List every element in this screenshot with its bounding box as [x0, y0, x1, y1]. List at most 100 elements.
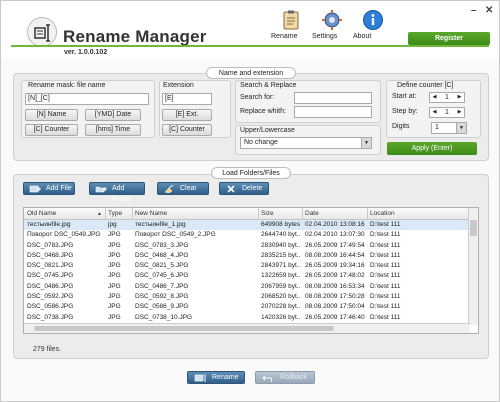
- delete-label: Delete: [242, 185, 263, 192]
- table-cell: 2830940 byt...: [261, 241, 301, 249]
- add-folder-label: Add Folder: [112, 185, 132, 203]
- settings-toolbar-label: Settings: [312, 33, 338, 40]
- table-cell: D:\test 111: [370, 293, 401, 301]
- column-divider: [367, 208, 368, 220]
- digits-select[interactable]: 1 ▼: [431, 122, 467, 134]
- table-cell: JPG: [108, 262, 121, 270]
- table-cell: 2835215 byt...: [261, 251, 301, 259]
- table-cell: DSC_0738.JPG: [27, 313, 74, 321]
- table-cell: 2070228 byt...: [261, 303, 301, 311]
- chevron-down-icon: ▼: [456, 123, 466, 133]
- table-row[interactable]: тестыинfile.jpg jpg тестыинfile_1.jpg 64990…: [24, 220, 470, 231]
- files-count: 279 files.: [33, 346, 62, 353]
- time-token-button[interactable]: [hms] Time: [85, 124, 141, 136]
- add-folder-button[interactable]: Add Folder: [89, 182, 145, 203]
- table-row[interactable]: DSC_0738.JPG JPG DSC_0738_10.JPG 1420326 by…: [24, 313, 470, 323]
- column-old-name[interactable]: Old Name: [27, 210, 56, 217]
- delete-button[interactable]: Delete: [219, 182, 269, 195]
- table-cell: JPG: [108, 251, 121, 259]
- column-new-name[interactable]: New Name: [135, 210, 167, 217]
- table-row[interactable]: DSC_0468.JPG JPG DSC_0468_4.JPG 2835215 byt…: [24, 251, 470, 261]
- column-size[interactable]: Size: [261, 210, 274, 217]
- vertical-scrollbar[interactable]: [468, 208, 478, 325]
- chevron-down-icon: ▼: [361, 138, 371, 148]
- main-window: Rename Manager ver. 1.0.0.102 Rename Set…: [0, 0, 500, 402]
- table-cell: 1420326 byt...: [261, 313, 301, 321]
- table-cell: DSC_0745_6.JPG: [135, 272, 189, 280]
- table-cell: 08.08.2009 17:50:04: [305, 303, 365, 311]
- column-location[interactable]: Location: [370, 210, 395, 217]
- table-cell: DSC_0821.JPG: [27, 262, 74, 270]
- digits-value: 1: [435, 124, 439, 131]
- table-row[interactable]: DSC_0821.JPG JPG DSC_0821_5.JPG 2843971 byt…: [24, 261, 470, 271]
- table-cell: 2843971 byt...: [261, 262, 301, 270]
- extension-input[interactable]: [E]: [162, 93, 212, 105]
- rename-button[interactable]: Rename: [187, 371, 245, 384]
- table-cell: JPG: [108, 303, 121, 311]
- about-toolbar-button[interactable]: About: [353, 9, 393, 40]
- start-at-stepper[interactable]: ◀ 1 ▶: [429, 92, 465, 103]
- clear-label: Clear: [180, 185, 197, 192]
- case-select-value: No change: [244, 139, 278, 146]
- ext-counter-token-button[interactable]: [C] Counter: [162, 124, 212, 136]
- table-cell: 08.08.2009 17:50:28: [305, 293, 365, 301]
- counter-token-button[interactable]: [C] Counter: [25, 124, 78, 136]
- table-row[interactable]: DSC_0586.JPG JPG DSC_0586_9.JPG 2070228 byt…: [24, 302, 470, 312]
- rollback-button[interactable]: Rollback: [255, 371, 315, 384]
- table-cell: DSC_0592.JPG: [27, 293, 74, 301]
- table-cell: DSC_0486.JPG: [27, 282, 74, 290]
- table-cell: 02.04.2010 13:08:16: [305, 221, 365, 228]
- table-cell: D:\test 111: [370, 313, 401, 321]
- column-type[interactable]: Type: [108, 210, 122, 217]
- table-cell: D:\test 111: [370, 272, 401, 280]
- undo-icon: [262, 375, 273, 382]
- scroll-thumb[interactable]: [470, 220, 477, 236]
- table-row[interactable]: Поворот DSC_0549.JPG JPG Поворот DSC_0549_…: [24, 230, 470, 240]
- start-at-label: Start at:: [392, 93, 417, 100]
- increment-icon[interactable]: ▶: [456, 108, 463, 117]
- table-row[interactable]: DSC_0486.JPG JPG DSC_0486_7.JPG 2067959 byt…: [24, 282, 470, 292]
- step-by-label: Step by:: [392, 108, 418, 115]
- register-button[interactable]: Register: [408, 32, 490, 45]
- clear-button[interactable]: Clear: [157, 182, 209, 195]
- scroll-thumb[interactable]: [34, 326, 334, 331]
- name-token-button[interactable]: [N] Name: [25, 109, 78, 121]
- table-cell: 08.08.2009 16:53:34: [305, 282, 365, 290]
- ext-token-button[interactable]: [E] Ext.: [162, 109, 212, 121]
- rename-mask-input[interactable]: [N]_[C]: [25, 93, 149, 105]
- add-file-label: Add File: [46, 185, 72, 192]
- table-cell: D:\test 111: [370, 262, 401, 270]
- date-token-button[interactable]: [YMD] Date: [85, 109, 141, 121]
- replace-with-input[interactable]: [294, 106, 372, 118]
- table-cell: D:\test 111: [370, 303, 401, 311]
- table-cell: DSC_0586.JPG: [27, 303, 74, 311]
- close-button[interactable]: ✕: [485, 5, 493, 16]
- settings-toolbar-button[interactable]: Settings: [312, 9, 352, 40]
- step-by-stepper[interactable]: ◀ 1 ▶: [429, 107, 465, 118]
- rename-button-label: Rename: [212, 374, 239, 381]
- horizontal-scrollbar[interactable]: [24, 323, 470, 333]
- table-cell: 26.05.2009 17:48:02: [305, 272, 365, 280]
- table-row[interactable]: DSC_0592.JPG JPG DSC_0592_8.JPG 2068520 byt…: [24, 292, 470, 302]
- file-table[interactable]: Old Name ▲ Type New Name Size Date Locat…: [23, 207, 479, 334]
- search-for-input[interactable]: [294, 92, 372, 104]
- header: Rename Manager ver. 1.0.0.102 Rename Set…: [1, 1, 499, 59]
- table-cell: JPG: [108, 272, 121, 280]
- rename-toolbar-label: Rename: [271, 33, 298, 40]
- minimize-button[interactable]: –: [471, 5, 477, 16]
- table-cell: 08.08.2009 16:44:54: [305, 251, 365, 259]
- column-date[interactable]: Date: [305, 210, 319, 217]
- rename-toolbar-button[interactable]: Rename: [271, 9, 311, 40]
- delete-icon: [227, 185, 235, 193]
- apply-button[interactable]: Apply (Enter): [387, 142, 477, 155]
- app-version: ver. 1.0.0.102: [64, 49, 108, 56]
- column-divider: [258, 208, 259, 220]
- table-cell: 1322659 byt...: [261, 272, 301, 280]
- table-cell: тестыинfile.jpg: [27, 221, 71, 228]
- case-select[interactable]: No change ▼: [240, 137, 372, 149]
- table-row[interactable]: DSC_0783.JPG JPG DSC_0783_3.JPG 2830940 byt…: [24, 241, 470, 251]
- table-row[interactable]: DSC_0745.JPG JPG DSC_0745_6.JPG 1322659 byt…: [24, 271, 470, 281]
- increment-icon[interactable]: ▶: [456, 93, 463, 102]
- table-cell: D:\test 111: [370, 251, 401, 259]
- add-file-button[interactable]: Add File: [23, 182, 75, 195]
